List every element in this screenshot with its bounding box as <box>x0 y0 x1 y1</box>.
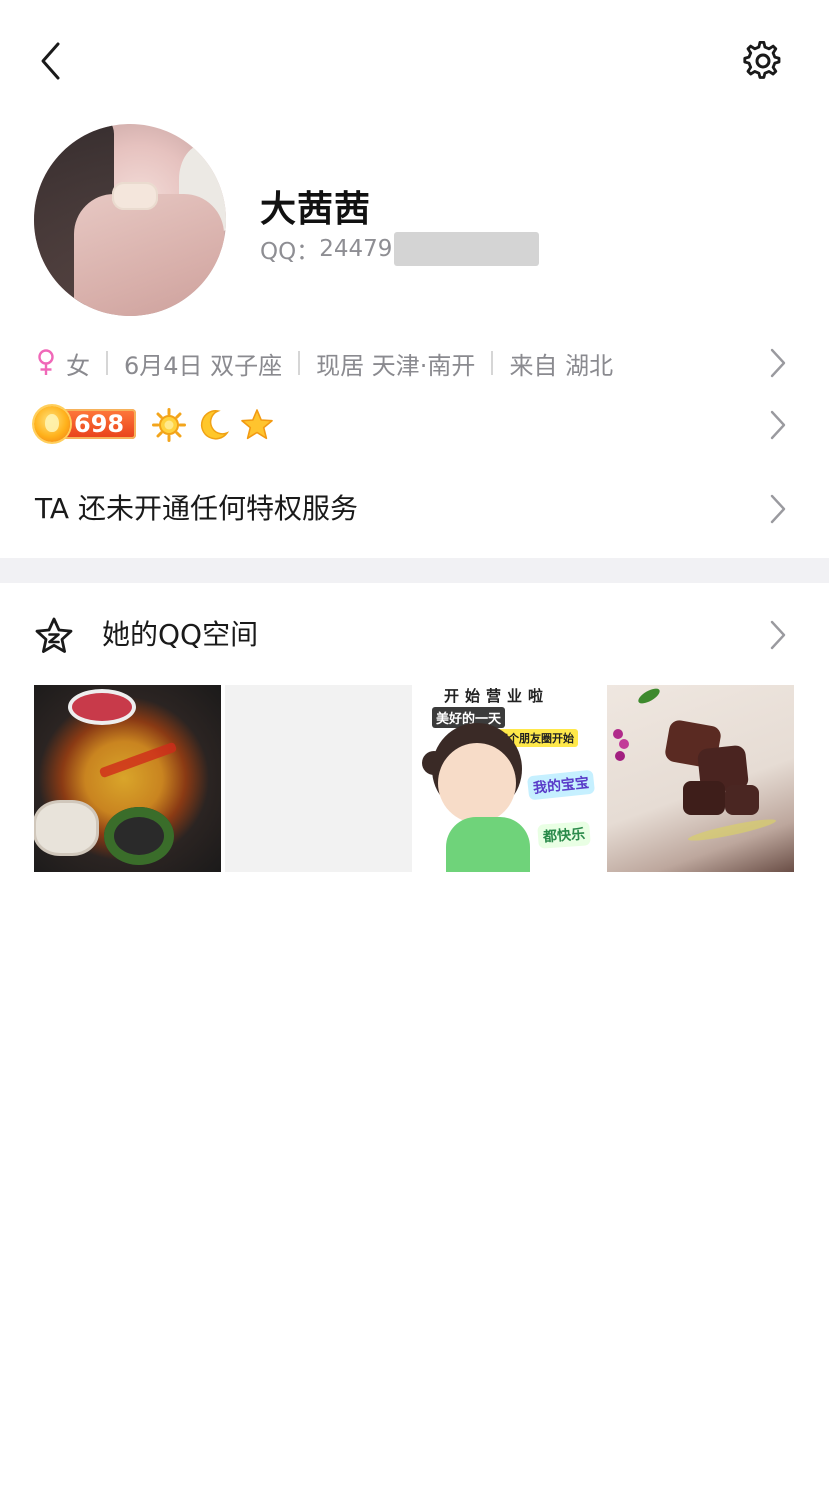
level-coin-icon <box>34 406 70 442</box>
level-value: 698 <box>74 410 125 438</box>
separator <box>491 351 494 375</box>
qq-label: QQ： <box>260 239 320 265</box>
photo-detail <box>446 817 530 872</box>
photo-detail <box>72 693 132 721</box>
photo-detail <box>104 807 174 865</box>
photo-detail <box>98 741 178 779</box>
residence-text: 现居 天津·南开 <box>316 351 476 380</box>
top-bar <box>0 0 829 120</box>
qzone-star-icon <box>34 616 74 656</box>
photo-caption: 都快乐 <box>537 821 591 849</box>
section-divider <box>0 558 829 583</box>
photo-caption: 开始营业啦 <box>444 687 550 705</box>
qzone-title: 她的QQ空间 <box>102 618 259 651</box>
photo-detail <box>683 781 725 815</box>
qzone-photo-steak[interactable] <box>607 685 794 872</box>
photo-caption: 我的宝宝 <box>526 769 596 801</box>
profile-header: 大茜茜 QQ： 24479 <box>0 120 829 320</box>
qq-redaction <box>394 232 540 266</box>
photo-detail <box>686 815 778 845</box>
gender-text: 女 <box>66 351 90 380</box>
qzone-photo-strip: 开始营业啦 美好的一天 从每个朋友圈开始 我的宝宝 都快乐 <box>34 685 796 872</box>
photo-detail <box>725 785 759 815</box>
settings-button[interactable] <box>738 36 788 86</box>
moon-icon <box>196 408 230 442</box>
privilege-text: TA 还未开通任何特权服务 <box>35 492 358 525</box>
qzone-row[interactable]: 她的QQ空间 <box>0 604 829 666</box>
qzone-photo-hotpot[interactable] <box>34 685 221 872</box>
separator <box>106 351 108 375</box>
profile-info-row[interactable]: 女 6月4日 双子座 现居 天津·南开 来自 湖北 <box>0 334 829 392</box>
avatar[interactable] <box>34 124 226 316</box>
photo-detail <box>613 729 623 739</box>
qq-level-row[interactable]: 698 <box>0 396 829 454</box>
nickname: 大茜茜 <box>260 189 372 230</box>
female-icon <box>36 348 56 378</box>
avatar-bow <box>112 182 158 210</box>
chevron-right-icon <box>765 492 791 526</box>
back-button[interactable] <box>28 38 72 84</box>
chevron-right-icon <box>765 408 791 442</box>
qzone-photo-placeholder[interactable] <box>225 685 412 872</box>
back-arrow-icon <box>41 42 60 80</box>
qzone-photo-cartoon[interactable]: 开始营业啦 美好的一天 从每个朋友圈开始 我的宝宝 都快乐 <box>416 685 603 872</box>
photo-detail <box>438 743 516 823</box>
level-icons <box>152 406 284 444</box>
chevron-right-icon <box>765 346 791 380</box>
qq-visible-digits: 24479 <box>319 236 393 262</box>
birthday-text: 6月4日 双子座 <box>124 351 283 380</box>
photo-caption: 美好的一天 <box>432 707 506 728</box>
photo-caption: 从每个朋友圈开始 <box>482 729 578 747</box>
level-badge: 698 <box>34 406 138 442</box>
photo-detail <box>636 685 662 707</box>
star-icon <box>240 408 274 442</box>
separator <box>298 351 301 375</box>
privilege-row[interactable]: TA 还未开通任何特权服务 <box>0 480 829 538</box>
qq-number[interactable]: QQ： 24479 <box>260 232 540 266</box>
gear-icon <box>743 41 781 79</box>
photo-detail <box>36 803 96 853</box>
hometown-text: 来自 湖北 <box>509 351 614 380</box>
chevron-right-icon <box>765 618 791 652</box>
sun-icon <box>152 408 186 442</box>
avatar-dress <box>74 194 224 316</box>
